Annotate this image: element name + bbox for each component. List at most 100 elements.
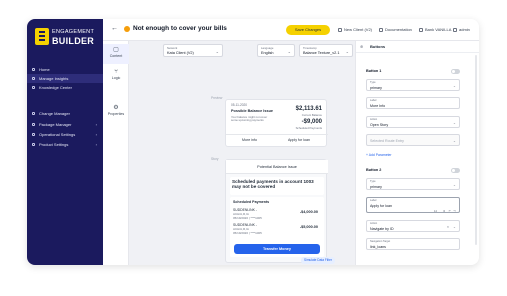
sidebar-item-label: Change Manager	[39, 111, 70, 116]
sidebar-item-label: Operational Settings	[39, 132, 76, 137]
client-label: New Client (V2)	[344, 27, 373, 32]
save-changes-button[interactable]: Save Changes	[286, 25, 330, 35]
tab-label: Content	[109, 54, 123, 58]
apply-for-loan-button[interactable]: Apply for loan	[288, 138, 310, 142]
tool-column: ▢ Content ⑂ Logic ⚙ Properties	[103, 41, 129, 265]
field-value: Apply for loan	[370, 203, 392, 208]
language-select-value: English	[261, 51, 274, 55]
story-header: Potential Balance Issue	[226, 160, 328, 174]
field-value: link_loans	[370, 244, 386, 249]
chevron-down-icon[interactable]: ⌄	[213, 25, 218, 32]
home-icon	[32, 68, 35, 71]
field-label: Action	[370, 222, 378, 225]
scheduled-payments-heading: Scheduled Payments	[233, 200, 270, 204]
button1-type-select[interactable]: Type primary ⌄	[366, 79, 460, 91]
sidebar-item-operational-settings[interactable]: Operational Settings ›	[27, 130, 103, 139]
timestamp-select[interactable]: Timestamp Balance Texture_v2.1 ⌄	[299, 44, 353, 57]
button2-label-input[interactable]: Label Apply for loan 14 ɑ ↶ ↷	[366, 197, 460, 213]
logo-mark-icon	[35, 28, 49, 45]
bold-format-icon[interactable]: ɑ	[443, 209, 445, 213]
card-title: Possible Balance Issue	[231, 109, 273, 113]
button1-toggle[interactable]	[451, 69, 460, 74]
client-icon	[338, 27, 342, 32]
timestamp-select-value: Balance Texture_v2.1	[303, 51, 340, 55]
settings-icon	[32, 133, 35, 136]
bank-icon	[419, 27, 423, 32]
tab-properties[interactable]: ⚙ Properties	[103, 102, 129, 122]
sidebar-item-change-manager[interactable]: Change Manager	[27, 109, 103, 118]
content-icon: ▢	[113, 47, 119, 53]
tab-label: Logic	[111, 76, 121, 80]
add-parameter-button[interactable]: + Add Parameter	[366, 153, 392, 157]
redo-icon[interactable]: ↷	[453, 209, 456, 213]
field-label: Action	[370, 118, 378, 121]
button2-action-select[interactable]: Action Navigate by ID × ⌄	[366, 220, 460, 232]
card-description: Your balance might not cover some upcomi…	[231, 115, 268, 123]
top-bar: ← Not enough to cover your bills ⌄ Save …	[103, 19, 479, 41]
button2-toggle[interactable]	[451, 168, 460, 173]
sidebar-item-home[interactable]: Home	[27, 65, 103, 74]
button2-type-select[interactable]: Type primary ⌄	[366, 178, 460, 190]
tab-content[interactable]: ▢ Content	[103, 44, 129, 64]
properties-icon: ⚙	[113, 105, 119, 111]
field-value: Navigate by ID	[370, 226, 394, 231]
logic-icon: ⑂	[114, 69, 118, 75]
button1-action-select[interactable]: Action Open Story ⌄	[366, 116, 460, 128]
documentation-label: Documentation	[385, 27, 412, 32]
tab-logic[interactable]: ⑂ Logic	[103, 67, 129, 87]
user-menu[interactable]: admin	[453, 25, 470, 35]
brand-logo[interactable]: ENGAGEMENT BUILDER	[35, 28, 95, 48]
brand-line1: ENGAGEMENT	[52, 29, 95, 35]
button1-route-entry-select[interactable]: Selected Route Entry ⌄	[366, 134, 460, 146]
bank-label: Bank VANILLA	[425, 27, 452, 32]
chevron-right-icon: ›	[95, 132, 97, 137]
chevron-right-icon: ›	[95, 122, 97, 127]
language-select-label: Language	[261, 46, 274, 50]
field-label: Label	[370, 99, 377, 102]
documentation-link[interactable]: Documentation	[379, 25, 412, 35]
payment-amount: -$4,000.00	[299, 210, 318, 214]
more-info-button[interactable]: More info	[242, 138, 257, 142]
chevron-down-icon: ⌄	[215, 49, 219, 54]
sidebar-item-manage-insights[interactable]: Manage Insights	[27, 74, 103, 83]
sidebar: ENGAGEMENT BUILDER Home Manage Insights …	[27, 19, 103, 265]
button2-navigation-target-input[interactable]: Navigation Target link_loans	[366, 238, 460, 250]
button1-label-input[interactable]: Label More Info	[366, 97, 460, 109]
document-icon	[379, 27, 383, 32]
field-value: primary	[370, 184, 382, 189]
bank-selector[interactable]: Bank VANILLA	[419, 25, 451, 35]
panel-scrollbar[interactable]	[475, 55, 477, 245]
sidebar-item-label: Home	[39, 67, 50, 72]
tab-label: Properties	[107, 112, 125, 116]
payment-amount: -$5,000.00	[299, 225, 318, 229]
language-select[interactable]: Language English ⌄	[257, 44, 295, 57]
package-icon	[32, 123, 35, 126]
network-select[interactable]: Network Kata Client (V2) ⌄	[163, 44, 223, 57]
clear-icon[interactable]: ×	[447, 225, 449, 229]
buttons-icon: ⊕	[360, 44, 364, 49]
timestamp-select-label: Timestamp	[303, 46, 317, 50]
story-card: Potential Balance Issue Scheduled paymen…	[225, 159, 328, 263]
payment-date: 05/19/2020 | ****1005	[233, 216, 262, 220]
product-icon	[32, 143, 35, 146]
sidebar-item-label: Knowledge Center	[39, 85, 72, 90]
chevron-right-icon: ›	[95, 142, 97, 147]
field-label: Navigation Target	[370, 240, 391, 243]
field-value: primary	[370, 85, 382, 90]
character-counter: 14	[433, 209, 437, 213]
field-placeholder: Selected Route Entry	[370, 138, 404, 143]
scheduled-payments-value: -$9,000	[301, 119, 322, 125]
sidebar-item-knowledge-center[interactable]: Knowledge Center	[27, 83, 103, 92]
back-arrow-icon[interactable]: ←	[111, 25, 118, 32]
sidebar-item-label: Package Manager	[39, 122, 72, 127]
sidebar-item-product-settings[interactable]: Product Settings ›	[27, 140, 103, 149]
undo-icon[interactable]: ↶	[448, 209, 451, 213]
card-date: 05-11-2020	[231, 103, 248, 107]
chevron-down-icon: ⌄	[452, 83, 456, 88]
sidebar-item-package-manager[interactable]: Package Manager ›	[27, 120, 103, 129]
simulate-data-filter-button[interactable]: Simulate Data Filter	[301, 257, 335, 264]
client-selector[interactable]: New Client (V2)	[338, 25, 372, 35]
user-icon	[453, 27, 457, 32]
transfer-money-button[interactable]: Transfer Money	[234, 244, 320, 254]
chevron-down-icon: ⌄	[452, 182, 456, 187]
